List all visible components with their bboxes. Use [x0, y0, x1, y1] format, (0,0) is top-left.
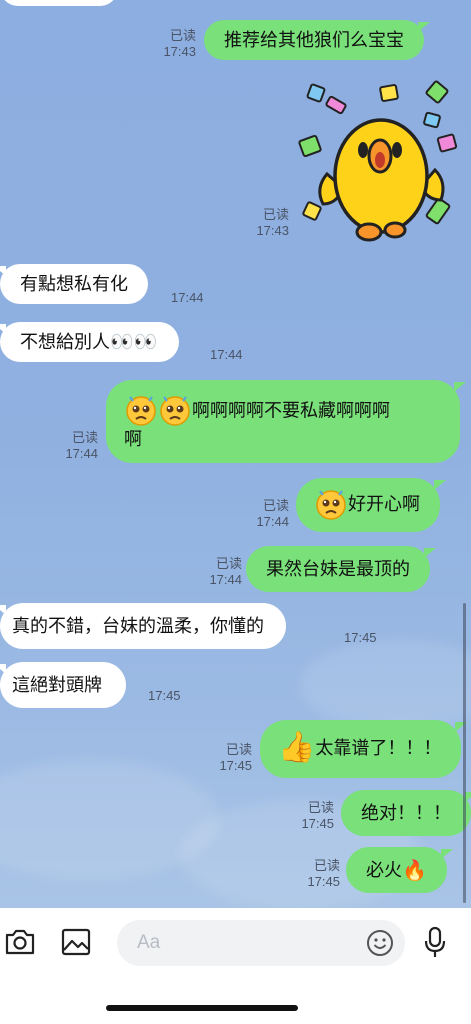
message-bubble-outgoing[interactable]: 果然台妹是最顶的: [246, 546, 436, 592]
message-time: 17:44: [256, 514, 289, 529]
image-icon[interactable]: [61, 928, 91, 956]
read-receipt: 已读: [262, 498, 289, 513]
read-receipt: 已读: [169, 28, 196, 43]
message-meta: 已读 17:44: [243, 498, 289, 530]
camera-icon[interactable]: [4, 927, 36, 957]
message-text: 太靠谱了！！！: [315, 738, 442, 758]
message-line: 啊啊啊啊不要私藏啊啊啊: [124, 392, 446, 426]
message-meta: 已读 17:45: [294, 858, 340, 890]
microphone-icon[interactable]: [423, 926, 447, 960]
eyes-emoji: 👀👀: [110, 332, 158, 354]
thumbs-up-emoji: 👍: [278, 731, 316, 764]
message-bubble-incoming[interactable]: 這絕對頭牌: [0, 662, 126, 708]
message-meta: 已读 17:44: [196, 556, 242, 588]
message-meta: 已读 17:45: [206, 742, 252, 774]
message-time: 17:45: [148, 688, 181, 703]
read-receipt: 已读: [71, 430, 98, 445]
message-bubble-outgoing[interactable]: 啊啊啊啊不要私藏啊啊啊 啊: [106, 380, 466, 463]
message-meta: 已读 17:45: [288, 800, 334, 832]
read-receipt: 已读: [225, 742, 252, 757]
message-time: 17:45: [344, 630, 377, 645]
message-time: 17:43: [256, 223, 289, 238]
message-meta: 已读 17:44: [52, 430, 98, 462]
message-text: 這絕對頭牌: [12, 675, 102, 695]
message-meta: 已读 17:43: [243, 207, 289, 239]
fire-emoji: 🔥: [402, 860, 427, 883]
read-receipt: 已读: [313, 858, 340, 873]
message-time: 17:43: [163, 44, 196, 59]
message-bubble-outgoing[interactable]: 👍太靠谱了！！！: [260, 720, 468, 778]
message-text: 必火: [366, 860, 402, 880]
message-time: 17:44: [210, 347, 243, 362]
message-bubble-incoming[interactable]: 有點想私有化: [0, 264, 148, 304]
read-receipt: 已读: [262, 207, 289, 222]
message-text: 果然台妹是最顶的: [266, 559, 410, 579]
read-receipt: 已读: [215, 556, 242, 571]
message-text: 不想給別人: [20, 332, 110, 352]
pleading-face-emoji: [126, 396, 156, 426]
message-time: 17:44: [171, 290, 204, 305]
message-bubble-incoming[interactable]: 不想給別人👀👀: [0, 322, 180, 362]
message-time: 17:45: [307, 874, 340, 889]
message-bubble-outgoing[interactable]: 绝对！！！: [341, 790, 471, 836]
message-time: 17:44: [209, 572, 242, 587]
message-text: 推荐给其他狼们么宝宝: [224, 30, 404, 50]
emoji-icon[interactable]: [366, 929, 394, 957]
message-input[interactable]: [117, 920, 405, 966]
message-text: 绝对！！！: [361, 803, 451, 823]
message-time: 17:44: [65, 446, 98, 461]
message-text: 好开心啊: [348, 494, 420, 514]
message-text-line2: 啊: [124, 429, 142, 449]
message-time: 17:45: [301, 816, 334, 831]
scrollbar[interactable]: [463, 603, 466, 903]
message-text: 啊啊啊啊不要私藏啊啊啊: [192, 400, 390, 421]
message-bubble-outgoing[interactable]: 好开心啊: [296, 478, 446, 532]
message-bubble-outgoing[interactable]: 推荐给其他狼们么宝宝: [204, 20, 430, 60]
read-receipt: 已读: [307, 800, 334, 815]
pleading-face-emoji: [160, 396, 190, 426]
pleading-face-emoji: [316, 490, 346, 520]
message-bubble-incoming[interactable]: 真的不錯，台妹的溫柔，你懂的: [0, 603, 286, 649]
message-meta: 已读 17:43: [150, 28, 196, 60]
message-bubble-outgoing[interactable]: 必火🔥: [346, 847, 453, 893]
message-bubble-incoming-partial[interactable]: [0, 0, 118, 6]
background-cloud: [300, 640, 471, 730]
sally-duck-sticker[interactable]: [297, 78, 462, 246]
message-text: 有點想私有化: [20, 274, 128, 294]
message-time: 17:45: [219, 758, 252, 773]
chat-area[interactable]: 已读 17:43 推荐给其他狼们么宝宝 已读 17:43 有點想私有化 17:4…: [0, 0, 471, 908]
message-text: 真的不錯，台妹的溫柔，你懂的: [12, 616, 264, 636]
home-indicator[interactable]: [106, 1005, 298, 1011]
